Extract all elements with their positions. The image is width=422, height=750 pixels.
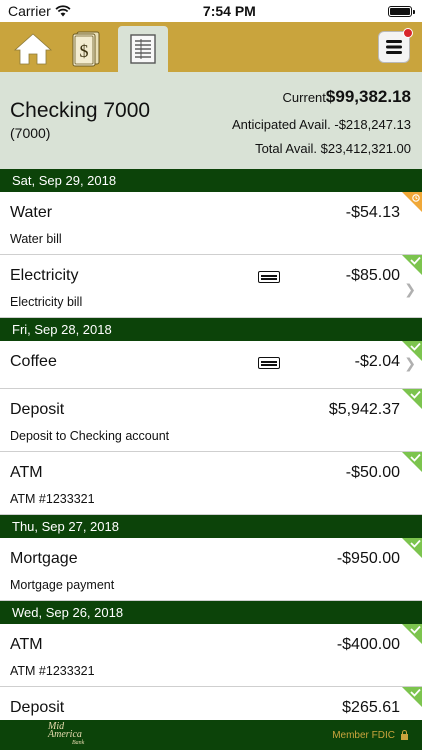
fdic-notice: Member FDIC bbox=[332, 730, 408, 741]
transaction-title: Mortgage bbox=[10, 550, 78, 567]
money-icon: $ bbox=[72, 31, 100, 67]
transaction-amount: -$950.00 bbox=[336, 550, 400, 567]
status-bar: Carrier 7:54 PM bbox=[0, 0, 422, 22]
lock-icon bbox=[401, 730, 408, 740]
date-header: Wed, Sep 26, 2018 bbox=[0, 601, 422, 624]
transaction-amount: -$2.04 bbox=[354, 353, 400, 370]
transaction-amount: -$54.13 bbox=[345, 204, 400, 221]
hamburger-menu-icon bbox=[386, 40, 402, 54]
cleared-check-icon bbox=[402, 341, 422, 361]
date-header: Sat, Sep 29, 2018 bbox=[0, 169, 422, 192]
anticipated-label: Anticipated Avail. bbox=[231, 117, 331, 132]
register-icon bbox=[130, 34, 156, 64]
cleared-check-icon bbox=[402, 538, 422, 558]
transaction-amount: -$50.00 bbox=[345, 464, 400, 481]
cleared-check-icon bbox=[402, 624, 422, 644]
battery-icon bbox=[387, 5, 415, 17]
logo-line: Bank bbox=[72, 740, 85, 746]
app-toolbar: $ bbox=[0, 22, 422, 72]
total-balance: Total Avail. $23,412,321.00 bbox=[255, 141, 411, 156]
account-summary: Checking 7000 (7000) Current$99,382.18 A… bbox=[0, 72, 422, 169]
transaction-row[interactable]: ATM ATM #1233321 -$50.00 bbox=[0, 452, 422, 515]
home-icon bbox=[13, 33, 53, 65]
transaction-amount: -$400.00 bbox=[336, 636, 400, 653]
pending-status-icon bbox=[402, 192, 422, 212]
transaction-row[interactable]: ATM ATM #1233321 -$400.00 bbox=[0, 624, 422, 687]
status-time: 7:54 PM bbox=[202, 3, 256, 19]
card-icon bbox=[258, 271, 280, 283]
transaction-title: ATM bbox=[10, 636, 43, 653]
date-header: Thu, Sep 27, 2018 bbox=[0, 515, 422, 538]
wifi-icon bbox=[55, 5, 71, 17]
transaction-row[interactable]: Mortgage Mortgage payment -$950.00 bbox=[0, 538, 422, 601]
current-label: Current bbox=[282, 90, 326, 105]
total-value: $23,412,321.00 bbox=[320, 141, 411, 156]
bank-logo: Mid America Bank bbox=[48, 722, 85, 747]
status-left: Carrier bbox=[8, 3, 71, 19]
anticipated-balance: Anticipated Avail. -$218,247.13 bbox=[232, 117, 411, 132]
total-label: Total Avail. bbox=[255, 141, 317, 156]
transaction-amount: -$85.00 bbox=[345, 267, 400, 284]
cleared-check-icon bbox=[402, 255, 422, 275]
cleared-check-icon bbox=[402, 687, 422, 707]
logo-line: America bbox=[48, 729, 82, 740]
fdic-label: Member FDIC bbox=[332, 729, 395, 741]
notification-badge bbox=[403, 28, 413, 38]
account-number: (7000) bbox=[10, 125, 51, 141]
svg-text:$: $ bbox=[80, 41, 89, 61]
menu-button[interactable] bbox=[378, 28, 413, 63]
tab-register[interactable] bbox=[118, 26, 168, 72]
anticipated-value: -$218,247.13 bbox=[334, 117, 411, 132]
transaction-title: Coffee bbox=[10, 353, 57, 370]
transaction-subtitle: ATM #1233321 bbox=[10, 664, 95, 678]
tab-home[interactable] bbox=[10, 26, 56, 72]
transaction-title: ATM bbox=[10, 464, 43, 481]
cleared-check-icon bbox=[402, 452, 422, 472]
transaction-title: Deposit bbox=[10, 699, 65, 716]
app-footer: Mid America Bank Member FDIC bbox=[0, 720, 422, 750]
transaction-row[interactable]: Water Water bill -$54.13 bbox=[0, 192, 422, 255]
date-header: Fri, Sep 28, 2018 bbox=[0, 318, 422, 341]
transaction-row[interactable]: Deposit Deposit to Checking account $5,9… bbox=[0, 389, 422, 452]
transaction-row[interactable]: Coffee -$2.04 ❯ bbox=[0, 341, 422, 389]
current-value: $99,382.18 bbox=[325, 87, 411, 106]
transaction-subtitle: Deposit to Checking account bbox=[10, 429, 170, 443]
carrier-label: Carrier bbox=[8, 3, 51, 19]
current-balance: Current$99,382.18 bbox=[283, 87, 411, 107]
transaction-subtitle: ATM #1233321 bbox=[10, 492, 95, 506]
transaction-amount: $5,942.37 bbox=[328, 401, 400, 418]
transaction-row[interactable]: Electricity Electricity bill -$85.00 ❯ bbox=[0, 255, 422, 318]
transaction-subtitle: Electricity bill bbox=[10, 295, 83, 309]
transaction-list: Sat, Sep 29, 2018 Water Water bill -$54.… bbox=[0, 169, 422, 750]
transaction-subtitle: Water bill bbox=[10, 232, 62, 246]
account-name: Checking 7000 bbox=[10, 99, 151, 122]
card-icon bbox=[258, 357, 280, 369]
transaction-subtitle: Mortgage payment bbox=[10, 578, 115, 592]
transaction-amount: $265.61 bbox=[342, 699, 400, 716]
cleared-check-icon bbox=[402, 389, 422, 409]
transaction-title: Water bbox=[10, 204, 53, 221]
transaction-title: Deposit bbox=[10, 401, 65, 418]
chevron-right-icon: ❯ bbox=[404, 281, 416, 297]
tab-transfers[interactable]: $ bbox=[62, 26, 108, 72]
transaction-title: Electricity bbox=[10, 267, 79, 284]
